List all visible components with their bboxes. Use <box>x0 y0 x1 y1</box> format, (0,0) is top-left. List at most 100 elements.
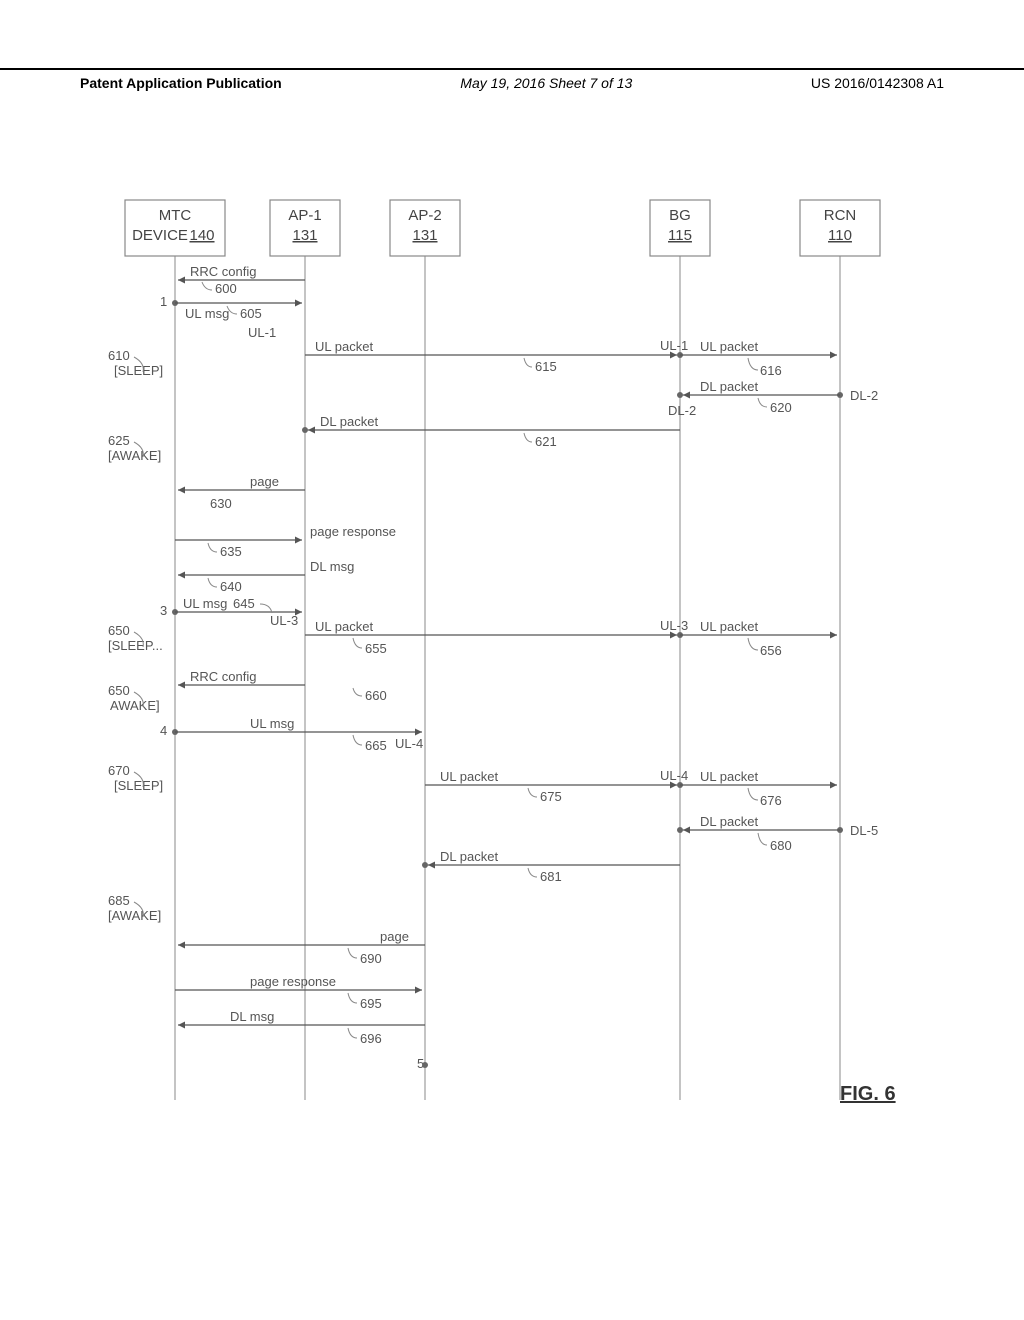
tick-1: 1 <box>160 294 167 309</box>
ref-625: 625 <box>108 433 130 448</box>
ref-676: 676 <box>760 793 782 808</box>
ref-640: 640 <box>220 579 242 594</box>
mtc-line2: DEVICE <box>132 227 188 244</box>
rcn-id: 110 <box>828 227 852 244</box>
dot-dl2-bg <box>677 392 683 398</box>
ref-635: 635 <box>220 544 242 559</box>
lbl-rrc-660: RRC config <box>190 669 256 684</box>
refline-640 <box>208 578 217 587</box>
ref-605: 605 <box>240 306 262 321</box>
lbl-pageresp635: page response <box>310 524 396 539</box>
ref-630: 630 <box>210 496 232 511</box>
ap2-id: 131 <box>412 227 437 244</box>
ref-656: 656 <box>760 643 782 658</box>
ref-616: 616 <box>760 363 782 378</box>
dot-tick5 <box>422 1062 428 1068</box>
lbl-ulmsg665: UL msg <box>250 716 294 731</box>
flow-ul4b: UL-4 <box>660 768 688 783</box>
lbl-dlmsg640: DL msg <box>310 559 354 574</box>
flow-ul3b: UL-3 <box>660 618 688 633</box>
refline-676 <box>748 788 758 800</box>
lbl-ul656: UL packet <box>700 619 758 634</box>
lbl-page630: page <box>250 474 279 489</box>
refline-696 <box>348 1028 357 1038</box>
flow-ul3a: UL-3 <box>270 613 298 628</box>
tick-3: 3 <box>160 603 167 618</box>
refline-656 <box>748 638 758 650</box>
refline-621 <box>524 433 532 442</box>
refline-681 <box>528 868 537 877</box>
lbl-dl620: DL packet <box>700 379 758 394</box>
refline-675 <box>528 788 537 797</box>
ref-621: 621 <box>535 434 557 449</box>
figure-area: MTC DEVICE 140 AP-1 131 AP-2 131 BG 115 … <box>120 200 920 1100</box>
tick-4: 4 <box>160 723 167 738</box>
ref-685: 685 <box>108 893 130 908</box>
flow-dl2a: DL-2 <box>850 388 878 403</box>
ref-650: 650 <box>108 623 130 638</box>
lbl-pageresp695: page response <box>250 974 336 989</box>
refline-616 <box>748 358 758 370</box>
header-center: May 19, 2016 Sheet 7 of 13 <box>460 75 632 91</box>
state-sleep-610: [SLEEP] <box>114 363 163 378</box>
dot-dl2-ap1 <box>302 427 308 433</box>
ref-681: 681 <box>540 869 562 884</box>
lbl-ul616: UL packet <box>700 339 758 354</box>
ref-line-600 <box>202 282 212 290</box>
ref-615: 615 <box>535 359 557 374</box>
ref-690: 690 <box>360 951 382 966</box>
header-left: Patent Application Publication <box>80 75 282 91</box>
state-sleep-670: [SLEEP] <box>114 778 163 793</box>
flow-ul1a: UL-1 <box>248 325 276 340</box>
refline-635 <box>208 543 217 552</box>
ref-665: 665 <box>365 738 387 753</box>
flow-dl2b: DL-2 <box>668 403 696 418</box>
bg-id: 115 <box>668 227 692 244</box>
ref-660: 660 <box>365 688 387 703</box>
ref-680: 680 <box>770 838 792 853</box>
ref-620: 620 <box>770 400 792 415</box>
state-awake-625: [AWAKE] <box>108 448 161 463</box>
refline-695 <box>348 993 357 1003</box>
bg-name: BG <box>669 207 691 224</box>
lbl-ulmsg-605: UL msg <box>185 306 229 321</box>
ref-696: 696 <box>360 1031 382 1046</box>
refline-655 <box>353 638 362 648</box>
lbl-ulmsg645: UL msg <box>183 596 227 611</box>
state-awake-685: [AWAKE] <box>108 908 161 923</box>
lbl-rrc-config-1: RRC config <box>190 264 256 279</box>
state-awake-650b: AWAKE] <box>110 698 160 713</box>
ref-600: 600 <box>215 281 237 296</box>
figure-label: FIG. 6 <box>840 1083 896 1105</box>
refline-665 <box>353 735 362 745</box>
lbl-page690: page <box>380 929 409 944</box>
ref-655: 655 <box>365 641 387 656</box>
lbl-ul615: UL packet <box>315 339 373 354</box>
ap2-name: AP-2 <box>408 207 441 224</box>
flow-dl5: DL-5 <box>850 823 878 838</box>
header-right: US 2016/0142308 A1 <box>811 75 944 91</box>
refline-680 <box>758 833 767 845</box>
mtc-line1: MTC <box>159 207 192 224</box>
dot-dl5-bg <box>677 827 683 833</box>
ref-650b: 650 <box>108 683 130 698</box>
lbl-dl680: DL packet <box>700 814 758 829</box>
refline-615 <box>524 358 532 367</box>
refline-690 <box>348 948 357 958</box>
refline-660 <box>353 688 362 696</box>
page: Patent Application Publication May 19, 2… <box>0 0 1024 1320</box>
header-bar: Patent Application Publication May 19, 2… <box>0 68 1024 91</box>
sequence-diagram: MTC DEVICE 140 AP-1 131 AP-2 131 BG 115 … <box>120 200 920 1150</box>
lbl-ul676: UL packet <box>700 769 758 784</box>
rcn-name: RCN <box>824 207 857 224</box>
ref-670: 670 <box>108 763 130 778</box>
dot-dl5-ap2 <box>422 862 428 868</box>
state-sleep-650: [SLEEP... <box>108 638 163 653</box>
mtc-id: 140 <box>189 227 214 244</box>
ref-675: 675 <box>540 789 562 804</box>
ap1-name: AP-1 <box>288 207 321 224</box>
lbl-dl621: DL packet <box>320 414 378 429</box>
lbl-ul655: UL packet <box>315 619 373 634</box>
lbl-dl681: DL packet <box>440 849 498 864</box>
lbl-dlmsg696: DL msg <box>230 1009 274 1024</box>
